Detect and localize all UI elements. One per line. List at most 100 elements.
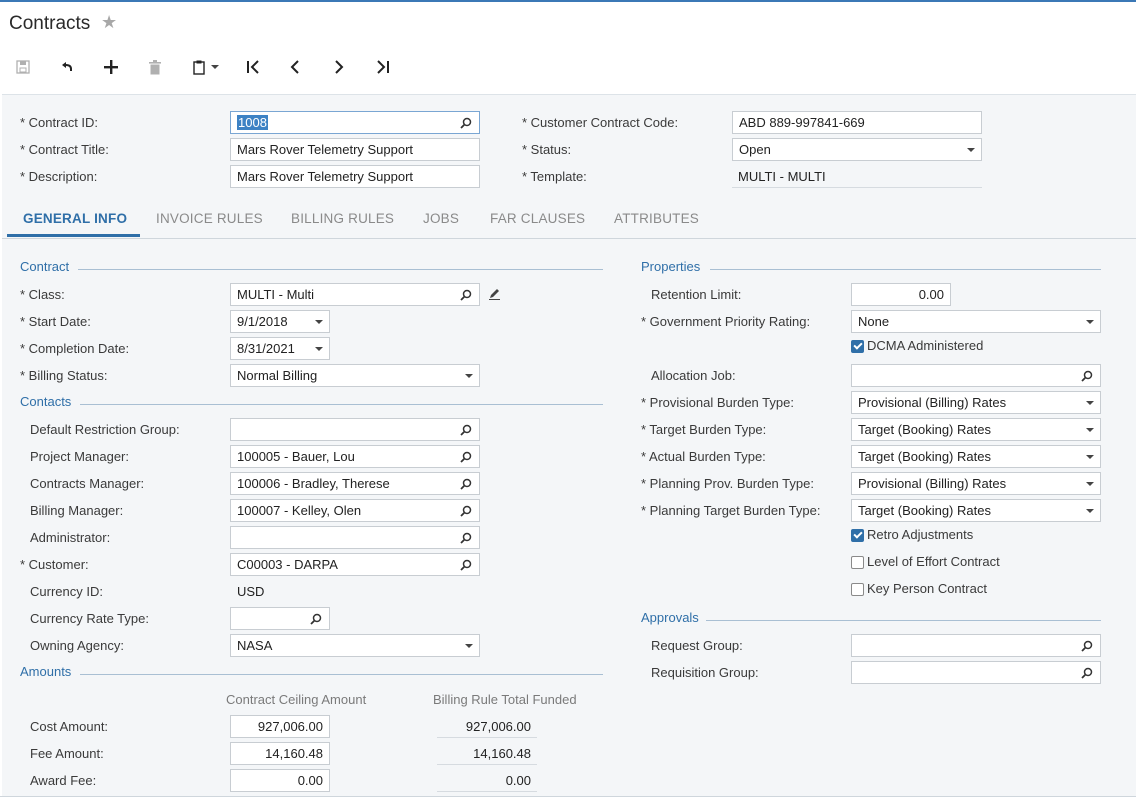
description-field[interactable]: Mars Rover Telemetry Support <box>230 165 480 188</box>
class-field[interactable]: MULTI - Multi <box>230 283 480 306</box>
award-fee-ceiling-field[interactable]: 0.00 <box>230 769 330 792</box>
billing-manager-field[interactable]: 100007 - Kelley, Olen <box>230 499 480 522</box>
search-icon[interactable] <box>1080 666 1094 680</box>
tab-billing-rules[interactable]: BILLING RULES <box>291 211 394 226</box>
requisition-group-field[interactable] <box>851 661 1101 684</box>
administrator-field[interactable] <box>230 526 480 549</box>
contract-id-label: * Contract ID: <box>20 115 99 130</box>
contracts-manager-field[interactable]: 100006 - Bradley, Therese <box>230 472 480 495</box>
start-date-field[interactable]: 9/1/2018 <box>230 310 330 333</box>
administrator-label: Administrator: <box>30 530 111 545</box>
billing-status-value: Normal Billing <box>237 368 318 383</box>
search-icon[interactable] <box>1080 369 1094 383</box>
tab-jobs[interactable]: JOBS <box>423 211 459 226</box>
dcma-administered-checkbox[interactable] <box>851 340 864 353</box>
owning-agency-value: NASA <box>237 638 273 653</box>
planning-prov-burden-type-select[interactable]: Provisional (Billing) Rates <box>851 472 1101 495</box>
completion-date-field[interactable]: 8/31/2021 <box>230 337 330 360</box>
default-restriction-group-label: Default Restriction Group: <box>30 422 180 437</box>
customer-contract-code-field[interactable]: ABD 889-997841-669 <box>732 111 982 134</box>
level-of-effort-checkbox[interactable] <box>851 556 864 569</box>
cost-amount-ceiling-value: 927,006.00 <box>257 719 323 734</box>
search-icon[interactable] <box>459 477 473 491</box>
section-divider <box>78 269 603 270</box>
tab-general-info[interactable]: GENERAL INFO <box>23 211 127 226</box>
retro-adjustments-checkbox[interactable] <box>851 529 864 542</box>
provisional-burden-type-select[interactable]: Provisional (Billing) Rates <box>851 391 1101 414</box>
search-icon[interactable] <box>459 558 473 572</box>
planning-target-burden-type-value: Target (Booking) Rates <box>858 503 991 518</box>
chevron-down-icon <box>1086 427 1094 432</box>
actual-burden-type-select[interactable]: Target (Booking) Rates <box>851 445 1101 468</box>
search-icon[interactable] <box>459 531 473 545</box>
first-icon <box>247 60 259 74</box>
description-value: Mars Rover Telemetry Support <box>237 169 414 184</box>
project-manager-field[interactable]: 100005 - Bauer, Lou <box>230 445 480 468</box>
currency-id-value: USD <box>237 584 265 599</box>
search-icon[interactable] <box>459 504 473 518</box>
tab-far-clauses[interactable]: FAR CLAUSES <box>490 211 585 226</box>
search-icon[interactable] <box>459 450 473 464</box>
contract-title-value: Mars Rover Telemetry Support <box>237 142 414 157</box>
next-record-button[interactable] <box>326 54 352 80</box>
planning-target-burden-type-label: * Planning Target Burden Type: <box>641 503 821 518</box>
cost-amount-ceiling-field[interactable]: 927,006.00 <box>230 715 330 738</box>
previous-record-button[interactable] <box>282 54 308 80</box>
delete-button[interactable] <box>142 54 168 80</box>
save-button[interactable] <box>10 54 36 80</box>
planning-target-burden-type-select[interactable]: Target (Booking) Rates <box>851 499 1101 522</box>
search-icon[interactable] <box>459 116 473 130</box>
target-burden-type-select[interactable]: Target (Booking) Rates <box>851 418 1101 441</box>
template-label: * Template: <box>522 169 587 184</box>
allocation-job-field[interactable] <box>851 364 1101 387</box>
request-group-field[interactable] <box>851 634 1101 657</box>
award-fee-label: Award Fee: <box>30 773 97 788</box>
default-restriction-group-field[interactable] <box>230 418 480 441</box>
chevron-left-icon <box>290 60 299 74</box>
allocation-job-label: Allocation Job: <box>651 368 736 383</box>
customer-field[interactable]: C00003 - DARPA <box>230 553 480 576</box>
fee-amount-ceiling-field[interactable]: 14,160.48 <box>230 742 330 765</box>
retention-limit-value: 0.00 <box>918 287 944 302</box>
section-divider <box>80 404 603 405</box>
gov-priority-rating-select[interactable]: None <box>851 310 1101 333</box>
target-burden-type-value: Target (Booking) Rates <box>858 422 991 437</box>
copy-paste-button[interactable] <box>188 54 224 80</box>
last-record-button[interactable] <box>370 54 396 80</box>
clipboard-icon <box>193 60 205 75</box>
trash-icon <box>149 59 161 74</box>
key-person-checkbox[interactable] <box>851 583 864 596</box>
undo-button[interactable] <box>54 54 80 80</box>
contract-id-field[interactable]: 1008 <box>230 111 480 134</box>
retention-limit-field[interactable]: 0.00 <box>851 283 951 306</box>
currency-rate-type-field[interactable] <box>230 607 330 630</box>
award-fee-funded-value: 0.00 <box>505 772 531 788</box>
search-icon[interactable] <box>309 612 323 626</box>
planning-prov-burden-type-label: * Planning Prov. Burden Type: <box>641 476 814 491</box>
billing-manager-label: Billing Manager: <box>30 503 124 518</box>
first-record-button[interactable] <box>240 54 266 80</box>
add-button[interactable] <box>98 54 124 80</box>
contract-title-field[interactable]: Mars Rover Telemetry Support <box>230 138 480 161</box>
billing-status-label: * Billing Status: <box>20 368 108 383</box>
status-select[interactable]: Open <box>732 138 982 161</box>
chevron-right-icon <box>335 60 344 74</box>
owning-agency-select[interactable]: NASA <box>230 634 480 657</box>
tab-invoice-rules[interactable]: INVOICE RULES <box>156 211 263 226</box>
chevron-down-icon[interactable] <box>315 346 323 351</box>
search-icon[interactable] <box>459 423 473 437</box>
dcma-administered-label: DCMA Administered <box>867 338 984 353</box>
amounts-section-title: Amounts <box>20 664 72 679</box>
search-icon[interactable] <box>1080 639 1094 653</box>
tab-attributes[interactable]: ATTRIBUTES <box>614 211 699 226</box>
description-label: * Description: <box>20 169 98 184</box>
favorite-star-icon[interactable]: ★ <box>101 12 117 33</box>
cost-amount-funded-field: 927,006.00 <box>437 715 537 738</box>
billing-status-select[interactable]: Normal Billing <box>230 364 480 387</box>
chevron-down-icon[interactable] <box>315 319 323 324</box>
project-manager-value: 100005 - Bauer, Lou <box>237 449 355 464</box>
edit-pencil-icon[interactable] <box>488 287 501 303</box>
class-label: * Class: <box>20 287 65 302</box>
search-icon[interactable] <box>459 288 473 302</box>
section-divider <box>80 674 603 675</box>
